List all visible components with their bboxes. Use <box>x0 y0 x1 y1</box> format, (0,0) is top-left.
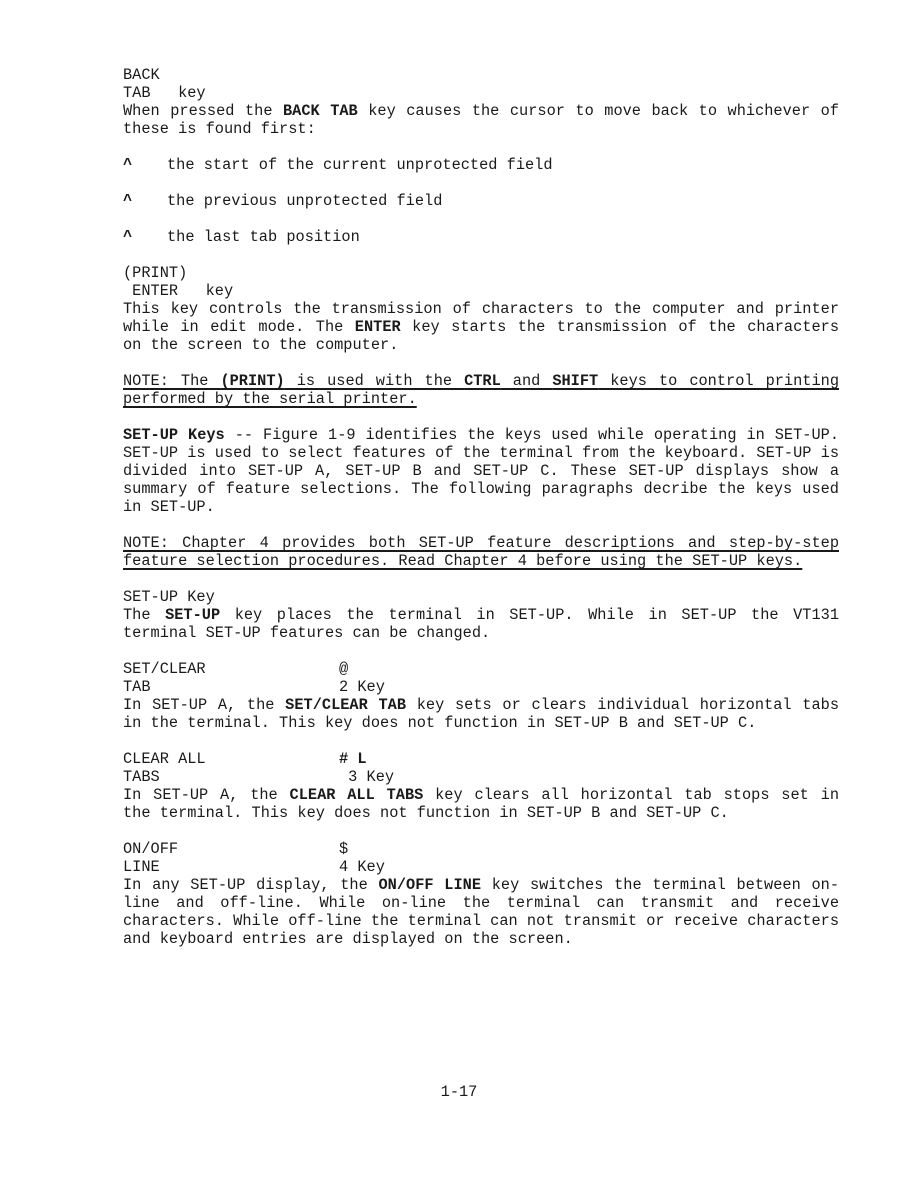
print-enter-title-line1: (PRINT) <box>123 264 188 282</box>
caret-bullet-icon: ^ <box>123 156 133 174</box>
set-clear-tab-keycap: @ <box>339 660 349 678</box>
clear-all-tabs-keycap: # L <box>339 750 367 768</box>
back-tab-title-line2: TAB key <box>123 84 206 102</box>
caret-bullet-icon: ^ <box>123 192 133 210</box>
set-clear-tab-label: SET/CLEAR <box>123 660 206 678</box>
print-enter-section: (PRINT) ENTER key This key controls the … <box>123 264 839 426</box>
clear-all-tabs-label: CLEAR ALL <box>123 750 206 768</box>
back-tab-description: When pressed the BACK TAB key causes the… <box>123 102 839 138</box>
manual-page: BACK TAB key When pressed the BACK TAB k… <box>123 66 839 948</box>
print-note: NOTE: The (PRINT) is used with the CTRL … <box>123 372 840 408</box>
setup-key-description: The SET-UP key places the terminal in SE… <box>123 606 839 642</box>
on-off-line-keycap: $ <box>339 840 349 858</box>
bullet-item: ^ the previous unprotected field <box>123 192 443 210</box>
bullet-item: ^ the start of the current unprotected fi… <box>123 156 553 174</box>
page-number: 1-17 <box>440 1083 478 1101</box>
bullet-item: ^ the last tab position <box>123 228 360 246</box>
set-clear-tab-section: SET/CLEAR @ TAB 2 Key In SET-UP A, the SET… <box>123 660 840 732</box>
set-clear-tab-description: In SET-UP A, the SET/CLEAR TAB key sets … <box>123 696 840 732</box>
setup-keys-description: SET-UP Keys -- Figure 1-9 identifies the… <box>123 426 840 516</box>
back-tab-title-line1: BACK <box>123 66 160 84</box>
on-off-line-section: ON/OFF $ LINE 4 Key In any SET-UP display,… <box>123 840 840 948</box>
print-enter-description: This key controls the transmission of ch… <box>123 300 840 354</box>
back-tab-key-name: BACK TAB <box>282 102 358 120</box>
on-off-line-description: In any SET-UP display, the ON/OFF LINE k… <box>123 876 840 948</box>
setup-key-section: SET-UP Key The SET-UP key places the ter… <box>123 588 839 660</box>
back-tab-section: BACK TAB key When pressed the BACK TAB k… <box>123 66 839 246</box>
setup-keys-heading: SET-UP Keys <box>123 426 225 444</box>
caret-bullet-icon: ^ <box>123 228 133 246</box>
clear-all-tabs-section: CLEAR ALL # L TABS 3 Key In SET-UP A, the… <box>123 750 840 822</box>
print-enter-title-line2: ENTER key <box>123 282 234 300</box>
setup-keys-section: SET-UP Keys -- Figure 1-9 identifies the… <box>123 426 839 588</box>
clear-all-tabs-description: In SET-UP A, the CLEAR ALL TABS key clea… <box>123 786 840 822</box>
on-off-line-label: ON/OFF <box>123 840 179 858</box>
setup-key-title: SET-UP Key <box>123 588 215 606</box>
setup-chapter-note: NOTE: Chapter 4 provides both SET-UP fea… <box>123 534 839 570</box>
